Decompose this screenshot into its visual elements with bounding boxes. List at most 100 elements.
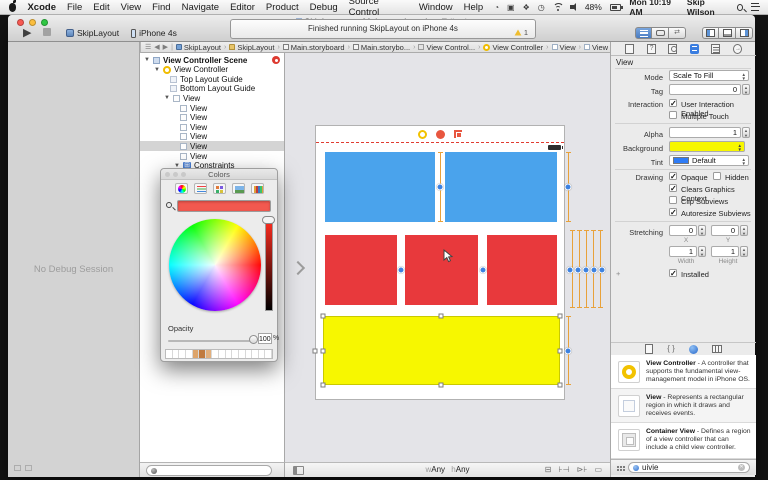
alpha-field[interactable]: 1 bbox=[669, 127, 741, 138]
swatch-strip[interactable] bbox=[165, 349, 273, 359]
alpha-stepper[interactable]: ▲ ▼ bbox=[742, 127, 750, 138]
run-button[interactable]: ▶ bbox=[23, 26, 31, 39]
stretch-width-stepper[interactable]: ▲ ▼ bbox=[698, 246, 706, 257]
constraint-knob[interactable] bbox=[590, 266, 598, 274]
menu-view[interactable]: View bbox=[121, 2, 141, 13]
outline-row-subview[interactable]: View bbox=[140, 122, 284, 132]
colors-panel-titlebar[interactable]: Colors bbox=[161, 169, 277, 180]
stretch-height-field[interactable]: 1 bbox=[711, 246, 739, 257]
view-controller-icon[interactable] bbox=[418, 129, 427, 139]
stretch-width-field[interactable]: 1 bbox=[669, 246, 697, 257]
scheme-selector[interactable]: SkipLayout iPhone 4s bbox=[66, 28, 177, 38]
brightness-slider[interactable] bbox=[265, 219, 273, 311]
red-view-2[interactable] bbox=[405, 235, 478, 305]
menu-user[interactable]: Skip Wilson bbox=[687, 0, 729, 17]
exit-icon[interactable] bbox=[454, 130, 462, 138]
resize-handle[interactable] bbox=[320, 348, 326, 354]
crayons-tab-icon[interactable] bbox=[250, 182, 264, 194]
toggle-inspector-button[interactable] bbox=[736, 27, 753, 39]
constraint-knob[interactable] bbox=[564, 347, 572, 355]
code-snippet-library-icon[interactable]: { } bbox=[667, 345, 675, 353]
menu-source-control[interactable]: Source Control bbox=[349, 0, 408, 18]
menu-product[interactable]: Product bbox=[266, 2, 299, 13]
resize-handle[interactable] bbox=[438, 382, 444, 388]
menu-help[interactable]: Help bbox=[464, 2, 484, 13]
outline-row-scene[interactable]: ▼ View Controller Scene bbox=[140, 55, 284, 65]
stretch-height-stepper[interactable]: ▲ ▼ bbox=[740, 246, 748, 257]
opacity-slider-track[interactable] bbox=[168, 340, 254, 342]
constraint-knob[interactable] bbox=[582, 266, 590, 274]
tag-field[interactable]: 0 bbox=[669, 84, 741, 95]
menu-xcode[interactable]: Xcode bbox=[27, 2, 56, 13]
outline-row-top-layout-guide[interactable]: Top Layout Guide bbox=[140, 74, 284, 84]
current-color-well[interactable] bbox=[177, 200, 271, 212]
outline-row-view-controller[interactable]: ▼ View Controller bbox=[140, 65, 284, 75]
breadcrumb-file-base[interactable]: Main.storybo... bbox=[352, 43, 410, 52]
red-view-3[interactable] bbox=[487, 235, 557, 305]
menu-file[interactable]: File bbox=[67, 2, 82, 13]
back-button[interactable]: ◀ bbox=[154, 43, 159, 51]
file-template-library-icon[interactable] bbox=[645, 344, 654, 354]
size-inspector-icon[interactable] bbox=[711, 43, 721, 54]
resize-handle[interactable] bbox=[320, 313, 326, 319]
library-item-view[interactable]: View - Represents a rectangular region i… bbox=[611, 389, 756, 423]
blue-view-2[interactable] bbox=[445, 152, 557, 222]
constraint-knob[interactable] bbox=[598, 266, 606, 274]
constraint-knob[interactable] bbox=[574, 266, 582, 274]
breadcrumb-file[interactable]: Main.storyboard bbox=[282, 43, 345, 52]
disclosure-triangle-icon[interactable]: ▼ bbox=[144, 57, 150, 63]
opacity-value-field[interactable]: 100 bbox=[258, 333, 272, 344]
stretch-y-stepper[interactable]: ▲ ▼ bbox=[740, 225, 748, 236]
zoom-icon[interactable] bbox=[181, 172, 186, 177]
forward-button[interactable]: ▶ bbox=[163, 43, 168, 51]
installability-add-button[interactable]: + bbox=[616, 269, 620, 278]
align-button[interactable]: ⊟ bbox=[545, 465, 552, 474]
breadcrumb-view-controller[interactable]: View Controller bbox=[483, 43, 543, 52]
debug-bar-icon[interactable] bbox=[25, 465, 32, 471]
battery-icon[interactable] bbox=[609, 3, 623, 11]
warning-badge[interactable]: 1 bbox=[514, 29, 528, 36]
menu-find[interactable]: Find bbox=[152, 2, 170, 13]
clear-filter-icon[interactable]: ✕ bbox=[738, 464, 745, 471]
outline-row-subview[interactable]: View bbox=[140, 103, 284, 113]
outline-row-subview[interactable]: View bbox=[140, 132, 284, 142]
stretch-x-field[interactable]: 0 bbox=[669, 225, 697, 236]
menu-window[interactable]: Window bbox=[419, 2, 453, 13]
menu-debug[interactable]: Debug bbox=[310, 2, 338, 13]
resolve-auto-layout-button[interactable]: ⊳⊦ bbox=[577, 465, 588, 474]
stop-button[interactable] bbox=[43, 28, 51, 36]
constraint-knob[interactable] bbox=[436, 183, 444, 191]
file-inspector-icon[interactable] bbox=[625, 43, 634, 54]
library-item-view-controller[interactable]: View Controller - A controller that supp… bbox=[611, 355, 756, 389]
hidden-checkbox[interactable] bbox=[713, 172, 721, 180]
time-machine-icon[interactable]: ◷ bbox=[538, 3, 545, 12]
resize-handle[interactable] bbox=[557, 348, 563, 354]
color-wheel-tab-icon[interactable] bbox=[174, 182, 188, 194]
display-icon[interactable]: ▣ bbox=[507, 3, 515, 12]
outline-row-subview[interactable]: View bbox=[140, 151, 284, 161]
stretch-x-stepper[interactable]: ▲ ▼ bbox=[698, 225, 706, 236]
connections-inspector-icon[interactable] bbox=[732, 43, 742, 54]
edge-handle[interactable] bbox=[312, 348, 318, 354]
menu-editor[interactable]: Editor bbox=[230, 2, 255, 13]
constraint-knob[interactable] bbox=[566, 266, 574, 274]
layers-icon[interactable]: ❖ bbox=[523, 3, 530, 12]
autoresize-checkbox[interactable] bbox=[669, 208, 677, 216]
close-icon[interactable] bbox=[165, 172, 170, 177]
blue-view-1[interactable] bbox=[325, 152, 435, 222]
minimize-icon[interactable] bbox=[173, 172, 178, 177]
menu-clock[interactable]: Mon 10:19 AM bbox=[629, 0, 679, 17]
assistant-editor-button[interactable] bbox=[652, 27, 669, 39]
opacity-slider-knob[interactable] bbox=[249, 335, 258, 344]
constraint-knob[interactable] bbox=[397, 266, 405, 274]
clears-graphics-checkbox[interactable] bbox=[669, 184, 677, 192]
object-library-icon[interactable] bbox=[688, 344, 698, 354]
pin-button[interactable]: ⊦⊣ bbox=[558, 465, 569, 474]
outline-row-root-view[interactable]: ▼ View bbox=[140, 93, 284, 103]
identity-inspector-icon[interactable] bbox=[668, 43, 678, 54]
menu-edit[interactable]: Edit bbox=[93, 2, 109, 13]
user-interaction-checkbox[interactable] bbox=[669, 99, 677, 107]
library-item-container-view[interactable]: Container View - Defines a region of a v… bbox=[611, 423, 756, 459]
opaque-checkbox[interactable] bbox=[669, 172, 677, 180]
color-sliders-tab-icon[interactable] bbox=[193, 182, 207, 194]
